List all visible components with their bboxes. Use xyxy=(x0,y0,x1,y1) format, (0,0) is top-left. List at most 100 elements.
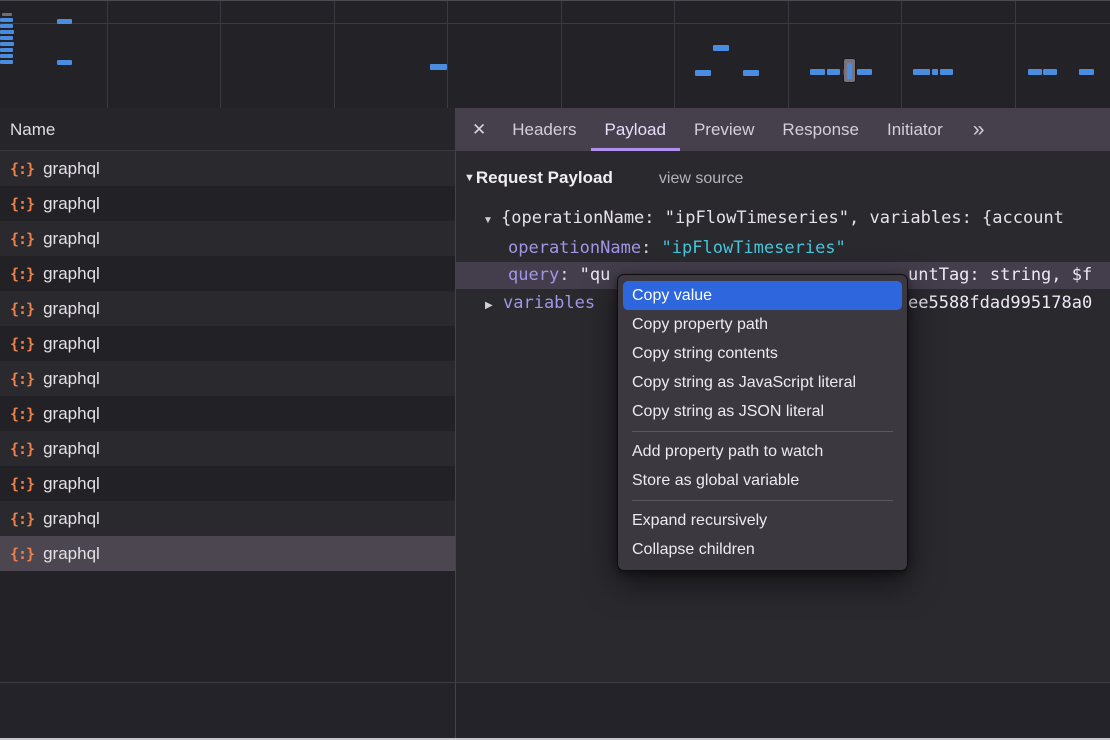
timeline-gridline xyxy=(220,1,221,108)
request-row[interactable]: {:}graphql xyxy=(0,466,455,501)
request-row[interactable]: {:}graphql xyxy=(0,361,455,396)
request-timing-bar xyxy=(1028,69,1042,75)
timeline-gridline xyxy=(788,1,789,108)
timeline-gridline xyxy=(334,1,335,108)
request-row[interactable]: {:}graphql xyxy=(0,291,455,326)
request-name-label: graphql xyxy=(43,544,100,564)
request-timing-bar xyxy=(0,24,13,28)
menu-item-store-as-global-variable[interactable]: Store as global variable xyxy=(623,466,902,495)
view-source-link[interactable]: view source xyxy=(659,170,743,187)
menu-item-expand-recursively[interactable]: Expand recursively xyxy=(623,506,902,535)
marker-tick xyxy=(847,63,852,79)
request-timing-bar xyxy=(1079,69,1094,75)
collapsed-triangle-icon[interactable]: ▶ xyxy=(485,292,503,319)
request-name-label: graphql xyxy=(43,229,100,249)
timeline-gridline xyxy=(107,1,108,108)
panel-divider[interactable] xyxy=(455,108,456,738)
tab-strip: HeadersPayloadPreviewResponseInitiator xyxy=(498,108,956,151)
menu-item-collapse-children[interactable]: Collapse children xyxy=(623,535,902,564)
menu-item-add-property-path-to-watch[interactable]: Add property path to watch xyxy=(623,437,902,466)
request-payload-section-header: ▼Request Payload view source xyxy=(464,164,743,192)
request-row[interactable]: {:} graphql xyxy=(0,221,455,256)
json-braces-icon: {:} xyxy=(10,405,34,423)
colon: : xyxy=(559,265,579,285)
request-timing-bar xyxy=(810,69,825,75)
request-row[interactable]: {:}graphql xyxy=(0,396,455,431)
query-value-fragment: untTag: string, $f xyxy=(908,262,1092,289)
property-value-partial: "qu xyxy=(580,265,611,285)
request-name-label: graphql xyxy=(43,439,100,459)
menu-item-copy-string-contents[interactable]: Copy string contents xyxy=(623,339,902,368)
timeline-gridline xyxy=(561,1,562,108)
json-braces-icon: {:} xyxy=(10,510,34,528)
timeline-gridline xyxy=(1015,1,1016,108)
json-braces-icon: {:} xyxy=(10,440,34,458)
name-column-header[interactable]: Name xyxy=(0,108,455,151)
property-key: operationName xyxy=(508,238,641,258)
tab-initiator[interactable]: Initiator xyxy=(873,108,957,151)
variables-value-fragment: ee5588fdad995178a0 xyxy=(908,290,1092,317)
tab-response[interactable]: Response xyxy=(768,108,873,151)
request-row[interactable]: {:}graphql xyxy=(0,536,455,571)
payload-root-row[interactable]: ▼{operationName: "ipFlowTimeseries", var… xyxy=(456,205,1110,232)
request-timing-bar xyxy=(0,54,13,58)
tab-payload[interactable]: Payload xyxy=(591,108,680,151)
json-braces-icon: {:} xyxy=(10,475,34,493)
request-timing-bar xyxy=(0,60,13,64)
tab-preview[interactable]: Preview xyxy=(680,108,768,151)
request-row[interactable]: {:}graphql xyxy=(0,326,455,361)
network-overview-timeline[interactable] xyxy=(0,1,1110,109)
request-row[interactable]: {:}graphql xyxy=(0,151,455,186)
property-key: query xyxy=(508,265,559,285)
request-name-label: graphql xyxy=(43,509,100,529)
request-row[interactable]: {:} graphql xyxy=(0,501,455,536)
request-row[interactable]: {:} graphql xyxy=(0,431,455,466)
request-name-label: graphql xyxy=(43,194,100,214)
property-key: variables xyxy=(503,293,595,313)
request-timing-bar xyxy=(0,48,13,52)
request-timing-bar xyxy=(0,42,14,46)
request-payload-title: Request Payload xyxy=(476,168,613,187)
context-menu: Copy valueCopy property pathCopy string … xyxy=(617,274,908,571)
timeline-gridline xyxy=(447,1,448,108)
menu-item-copy-value[interactable]: Copy value xyxy=(623,281,902,310)
detail-tabbar: ✕ HeadersPayloadPreviewResponseInitiator… xyxy=(456,108,1110,151)
request-list: {:} graphql {:} graphql {:} graphql {:} graphql… xyxy=(0,151,455,571)
request-timing-bar xyxy=(695,70,711,76)
request-row[interactable]: {:} graphql xyxy=(0,186,455,221)
timeline-gridline xyxy=(901,1,902,108)
menu-separator xyxy=(632,431,893,432)
menu-item-copy-string-as-json-literal[interactable]: Copy string as JSON literal xyxy=(623,397,902,426)
hovered-request-marker xyxy=(844,59,855,82)
operation-name-row[interactable]: operationName: "ipFlowTimeseries" xyxy=(456,235,1110,262)
timeline-gridline-horizontal xyxy=(0,23,1110,24)
close-icon[interactable]: ✕ xyxy=(472,120,486,140)
request-row[interactable]: {:}graphql xyxy=(0,256,455,291)
request-timing-bar xyxy=(940,69,953,75)
request-timing-bar xyxy=(430,64,447,70)
request-timing-bar xyxy=(0,36,13,40)
expand-triangle-icon[interactable]: ▼ xyxy=(483,207,501,234)
tab-headers[interactable]: Headers xyxy=(498,108,590,151)
request-timing-bar xyxy=(713,45,729,51)
devtools-network-panel: Name {:}graphql{:}graphql{:}graphql{:}gr… xyxy=(0,0,1110,740)
request-timing-bar xyxy=(827,69,840,75)
request-timing-bar xyxy=(913,69,930,75)
menu-item-copy-property-path[interactable]: Copy property path xyxy=(623,310,902,339)
more-tabs-icon[interactable]: » xyxy=(973,118,985,142)
request-timing-bar xyxy=(743,70,759,76)
menu-item-copy-string-as-javascript-literal[interactable]: Copy string as JavaScript literal xyxy=(623,368,902,397)
payload-root-preview: {operationName: "ipFlowTimeseries", vari… xyxy=(501,208,1064,228)
request-timing-bar xyxy=(57,60,72,65)
request-timing-bar xyxy=(857,69,872,75)
json-braces-icon: {:} xyxy=(10,230,34,248)
request-name-label: graphql xyxy=(43,369,100,389)
json-braces-icon: {:} xyxy=(10,265,34,283)
request-timing-bar xyxy=(0,18,13,22)
section-collapse-triangle-icon[interactable]: ▼ xyxy=(464,172,475,184)
property-value: "ipFlowTimeseries" xyxy=(662,238,846,258)
request-name-label: graphql xyxy=(43,159,100,179)
json-braces-icon: {:} xyxy=(10,195,34,213)
request-timing-bar xyxy=(0,30,14,34)
json-braces-icon: {:} xyxy=(10,335,34,353)
